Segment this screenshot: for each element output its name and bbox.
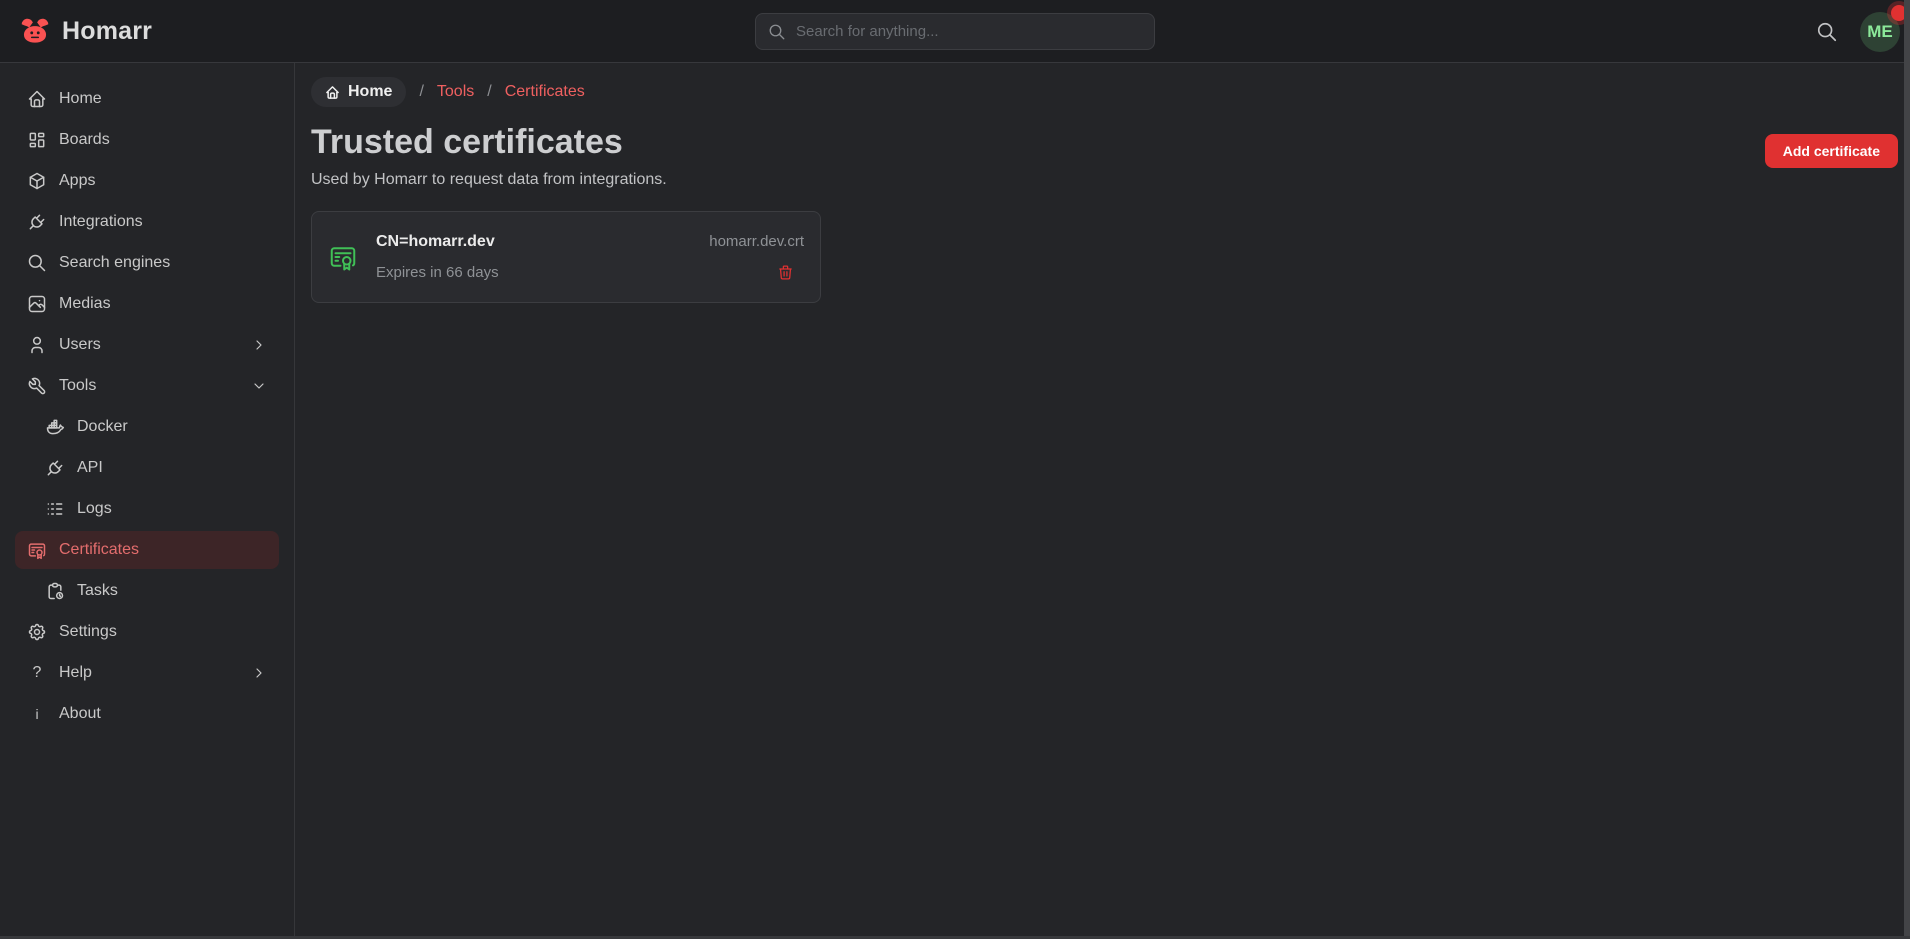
sidebar-item-about[interactable]: i About [15,695,279,733]
box-icon [27,171,47,191]
certificate-icon [27,540,47,560]
homarr-lobster-icon [18,14,52,48]
app-header: Homarr ME [0,0,1910,63]
user-avatar[interactable]: ME [1860,12,1900,52]
sidebar-item-search-engines[interactable]: Search engines [15,244,279,282]
tasks-clipboard-icon [45,581,65,601]
chevron-right-icon [251,337,267,353]
sidebar-item-label: Search engines [59,254,170,272]
app-title: Homarr [62,17,152,46]
docker-icon [45,417,65,437]
sidebar-item-label: Certificates [59,541,139,559]
chevron-right-icon [251,665,267,681]
sidebar-item-certificates[interactable]: Certificates [15,531,279,569]
photo-icon [27,294,47,314]
sidebar-item-label: Integrations [59,213,143,231]
avatar-initials: ME [1867,22,1893,42]
sidebar-item-label: About [59,705,101,723]
sidebar-item-label: Settings [59,623,117,641]
home-icon [27,89,47,109]
delete-certificate-button[interactable] [777,264,794,281]
sidebar-item-label: API [77,459,103,477]
page-title: Trusted certificates [311,121,667,164]
sidebar-item-label: Tasks [77,582,118,600]
breadcrumb-separator: / [487,83,491,101]
sidebar-item-medias[interactable]: Medias [15,285,279,323]
search-icon [768,23,786,41]
sidebar-item-label: Docker [77,418,128,436]
tool-icon [27,376,47,396]
breadcrumb-home-pill[interactable]: Home [311,77,406,107]
global-search-input[interactable] [796,23,1142,40]
sidebar-item-label: Tools [59,377,96,395]
breadcrumb-link-tools[interactable]: Tools [437,83,474,101]
sidebar-item-label: Apps [59,172,95,190]
sidebar-item-home[interactable]: Home [15,80,279,118]
sidebar-item-label: Logs [77,500,112,518]
breadcrumb-link-certificates[interactable]: Certificates [505,83,585,101]
global-search[interactable] [755,13,1155,50]
main-content: Home / Tools / Certificates Trusted cert… [295,63,1910,939]
sidebar-item-label: Help [59,664,92,682]
sidebar-item-label: Boards [59,131,110,149]
sidebar-item-label: Medias [59,295,111,313]
sidebar-item-docker[interactable]: Docker [15,408,279,446]
breadcrumb-home-label: Home [348,83,392,101]
sidebar-item-api[interactable]: API [15,449,279,487]
trash-icon [777,264,794,281]
info-icon: i [27,706,47,722]
sidebar-item-help[interactable]: ? Help [15,654,279,692]
certificate-expiry: Expires in 66 days [376,264,499,281]
certificate-card: CN=homarr.dev homarr.dev.crt Expires in … [311,211,821,303]
plug-icon [27,212,47,232]
layout-dashboard-icon [27,130,47,150]
user-icon [27,335,47,355]
chevron-down-icon [251,378,267,394]
certificate-file-name: homarr.dev.crt [709,233,804,250]
breadcrumb-separator: / [419,83,423,101]
sidebar-item-tools[interactable]: Tools [15,367,279,405]
header-search-button[interactable] [1816,21,1838,43]
sidebar-item-integrations[interactable]: Integrations [15,203,279,241]
home-icon [325,85,340,100]
search-icon [1816,21,1838,43]
page-subtitle: Used by Homarr to request data from inte… [311,171,667,189]
sidebar-item-logs[interactable]: Logs [15,490,279,528]
sidebar-item-tasks[interactable]: Tasks [15,572,279,610]
sidebar-item-users[interactable]: Users [15,326,279,364]
plug-icon [45,458,65,478]
app-logo[interactable]: Homarr [18,14,152,48]
breadcrumb: Home / Tools / Certificates [311,77,1898,107]
search-icon [27,253,47,273]
logs-icon [45,499,65,519]
sidebar-item-label: Home [59,90,102,108]
sidebar-nav: Home Boards Apps Integrations Search eng… [0,63,295,939]
vertical-scrollbar[interactable] [1904,0,1910,939]
question-mark-icon: ? [27,664,47,682]
sidebar-item-apps[interactable]: Apps [15,162,279,200]
certificate-icon [328,242,358,272]
certificate-common-name: CN=homarr.dev [376,233,495,251]
sidebar-item-settings[interactable]: Settings [15,613,279,651]
sidebar-item-label: Users [59,336,101,354]
sidebar-item-boards[interactable]: Boards [15,121,279,159]
gear-icon [27,622,47,642]
add-certificate-button[interactable]: Add certificate [1765,134,1898,168]
